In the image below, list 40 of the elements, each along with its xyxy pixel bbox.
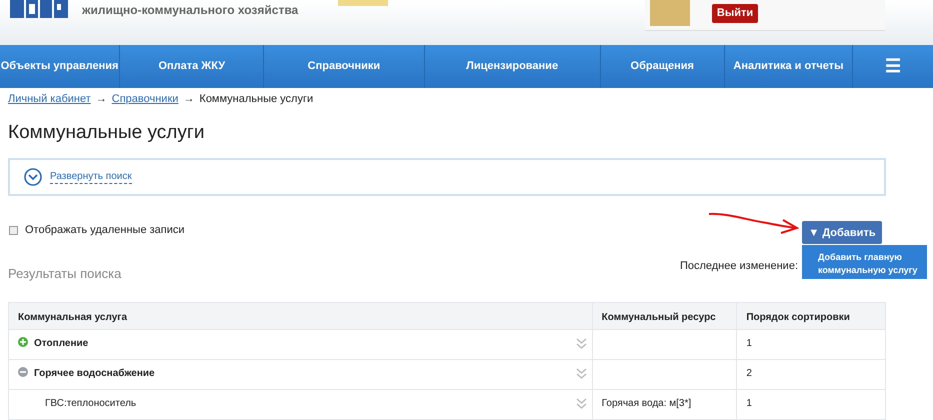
search-toggle-link[interactable]: Развернуть поиск [50, 170, 132, 184]
chevron-down-icon[interactable] [576, 338, 587, 350]
last-change-label: Последнее изменение: [680, 259, 798, 274]
nav-tab[interactable]: Справочники [264, 45, 425, 88]
table-cell-text: 1 [745, 337, 753, 352]
nav-tab[interactable]: Обращения [600, 45, 725, 88]
service-name: Горячее водоснабжение [34, 367, 155, 382]
chevron-down-icon[interactable] [576, 398, 587, 410]
nav-tab[interactable]: Аналитика и отчеты [724, 45, 854, 88]
breadcrumb-link[interactable]: Личный кабинет [8, 93, 91, 105]
expand-icon[interactable] [24, 168, 42, 186]
breadcrumb-separator: → [96, 93, 107, 105]
logout-button[interactable]: Выйти [712, 4, 758, 23]
collapse-icon[interactable] [18, 367, 28, 378]
nav-tab[interactable]: Объекты управления [0, 45, 120, 88]
column-header: Коммунальный ресурс [592, 303, 738, 330]
service-name: ГВС:теплоноситель [45, 397, 136, 412]
results-title: Результаты поиска [8, 265, 122, 284]
page-title: Коммунальные услуги [8, 122, 206, 144]
expand-icon[interactable] [18, 337, 28, 348]
breadcrumb-separator: → [183, 93, 194, 105]
nav-tab[interactable]: Лицензирование [424, 45, 601, 88]
site-subtitle: жилищно-коммунального хозяйства [82, 4, 298, 16]
breadcrumb-link[interactable]: Справочники [112, 93, 178, 105]
table-cell: Горячая вода: м[3*] [592, 390, 738, 420]
parcel-picture [650, 0, 690, 26]
promo-image [338, 0, 388, 6]
service-name: Отопление [34, 337, 88, 352]
column-header: Порядок сортировки [745, 311, 851, 326]
menu-button[interactable]: ☰ [853, 45, 933, 88]
dropdown-menu-item[interactable]: Добавить главную коммунальную услугу [802, 245, 927, 280]
table-cell-text: 1 [745, 397, 753, 412]
breadcrumb-current: Коммунальные услуги [199, 93, 314, 105]
table-cell-text: 2 [745, 367, 753, 382]
checkbox-label: Отображать удаленные записи [25, 223, 185, 238]
nav-tab[interactable]: Оплата ЖКУ [120, 45, 264, 88]
chevron-down-icon[interactable] [576, 368, 587, 380]
column-header: Коммунальная услуга [9, 303, 593, 330]
checkbox[interactable] [9, 226, 18, 236]
add-button[interactable]: ▼ Добавить [802, 221, 882, 244]
